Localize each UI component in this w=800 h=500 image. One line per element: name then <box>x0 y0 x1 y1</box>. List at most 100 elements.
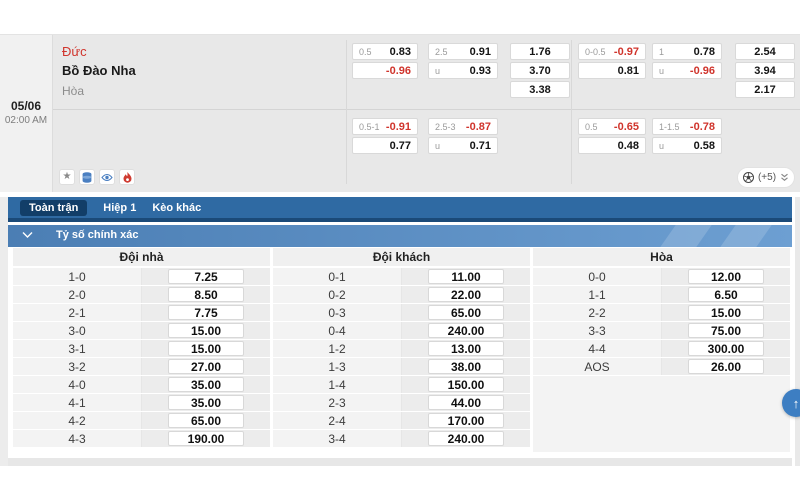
score-odds-button[interactable]: 65.00 <box>428 305 504 320</box>
score-odds-cell: 240.00 <box>402 430 530 447</box>
odds-value: 1.76 <box>529 46 550 58</box>
odds-line-label: 1 <box>659 47 664 57</box>
odds-button[interactable]: 2.17 <box>735 81 795 98</box>
match-panel: 05/06 02:00 AM Đức Bồ Đào Nha Hòa 0.50.8… <box>0 35 800 192</box>
score-row: 2-344.00 <box>273 394 530 412</box>
odds-value: 0.71 <box>470 140 491 152</box>
odds-button[interactable]: u0.93 <box>428 62 498 79</box>
odds-line-label: 0.5 <box>359 47 372 57</box>
hot-match-button[interactable] <box>119 169 135 185</box>
match-date: 05/06 <box>0 99 52 113</box>
match-toolbar: ★ <box>59 169 135 185</box>
odds-button[interactable]: 3.94 <box>735 62 795 79</box>
odds-button[interactable]: 1-1.5-0.78 <box>652 118 722 135</box>
score-odds-button[interactable]: 13.00 <box>428 341 504 356</box>
score-odds-button[interactable]: 15.00 <box>688 305 764 320</box>
score-odds-button[interactable]: 38.00 <box>428 359 504 374</box>
score-odds-button[interactable]: 35.00 <box>168 377 244 392</box>
home-team-name[interactable]: Đức <box>62 44 87 59</box>
one-x-two-odds-ft-1: 1.76 3.70 3.38 <box>510 43 570 100</box>
odds-button[interactable]: 0.50.83 <box>352 43 418 60</box>
column-header-away: Đội khách <box>273 248 530 266</box>
favorite-button[interactable]: ★ <box>59 169 75 185</box>
score-odds-cell: 11.00 <box>402 268 530 285</box>
score-odds-button[interactable]: 8.50 <box>168 287 244 302</box>
odds-button[interactable]: 2.50.91 <box>428 43 498 60</box>
score-row: 0-4240.00 <box>273 322 530 340</box>
odds-button[interactable]: 1.76 <box>510 43 570 60</box>
score-odds-button[interactable]: 6.50 <box>688 287 764 302</box>
correct-score-section-header[interactable]: Tỷ số chính xác <box>8 225 792 247</box>
markets-button[interactable] <box>79 169 95 185</box>
odds-value: 0.78 <box>694 46 715 58</box>
score-odds-cell: 240.00 <box>402 322 530 339</box>
score-odds-button[interactable]: 65.00 <box>168 413 244 428</box>
score-odds-button[interactable]: 15.00 <box>168 341 244 356</box>
score-odds-button[interactable]: 44.00 <box>428 395 504 410</box>
market-tab-bar: Toàn trận Hiệp 1 Kèo khác <box>8 197 792 222</box>
odds-value: -0.87 <box>466 121 491 133</box>
odds-button[interactable]: 3.38 <box>510 81 570 98</box>
handicap-odds-ft-1: 0.50.83 -0.96 <box>352 43 418 81</box>
score-odds-button[interactable]: 75.00 <box>688 323 764 338</box>
tab-other-odds[interactable]: Kèo khác <box>152 202 201 214</box>
score-odds-button[interactable]: 170.00 <box>428 413 504 428</box>
table-bottom-edge <box>8 458 792 466</box>
score-odds-button[interactable]: 12.00 <box>688 269 764 284</box>
odds-button[interactable]: u-0.96 <box>652 62 722 79</box>
tab-full-match[interactable]: Toàn trận <box>20 200 87 216</box>
odds-button[interactable]: 0.48 <box>578 137 646 154</box>
score-row: 0-111.00 <box>273 268 530 286</box>
odds-value: 0.48 <box>618 140 639 152</box>
odds-line-label: 2.5-3 <box>435 122 456 132</box>
over-under-odds-ft-1: 2.50.91 u0.93 <box>428 43 498 81</box>
score-row: 0-222.00 <box>273 286 530 304</box>
score-odds-button[interactable]: 35.00 <box>168 395 244 410</box>
score-row: 2-215.00 <box>533 304 790 322</box>
flame-icon <box>123 172 132 183</box>
odds-button[interactable]: u0.58 <box>652 137 722 154</box>
odds-button[interactable]: 2.5-3 -0.87 <box>428 118 498 135</box>
odds-button[interactable]: 0-0.5-0.97 <box>578 43 646 60</box>
odds-button[interactable]: 0.5-1-0.91 <box>352 118 418 135</box>
odds-button[interactable]: 0.5-0.65 <box>578 118 646 135</box>
score-odds-button[interactable]: 26.00 <box>688 359 764 374</box>
scrollbar-track[interactable] <box>795 197 800 466</box>
score-odds-button[interactable]: 7.25 <box>168 269 244 284</box>
odds-button[interactable]: 0.81 <box>578 62 646 79</box>
odds-value: -0.96 <box>386 65 411 77</box>
more-markets-button[interactable]: (+5) <box>737 167 795 188</box>
handicap-odds-ft-2: 0-0.5-0.97 0.81 <box>578 43 646 81</box>
score-label: 1-2 <box>273 340 402 357</box>
score-odds-button[interactable]: 300.00 <box>688 341 764 356</box>
score-odds-button[interactable]: 7.75 <box>168 305 244 320</box>
chevron-down-icon[interactable] <box>22 231 33 239</box>
star-icon: ★ <box>63 172 72 182</box>
score-odds-button[interactable]: 15.00 <box>168 323 244 338</box>
score-label: 4-4 <box>533 340 662 357</box>
odds-value: 0.93 <box>470 65 491 77</box>
score-odds-button[interactable]: 190.00 <box>168 431 244 446</box>
odds-button[interactable]: -0.96 <box>352 62 418 79</box>
score-odds-button[interactable]: 240.00 <box>428 431 504 446</box>
score-odds-button[interactable]: 11.00 <box>428 269 504 284</box>
score-odds-button[interactable]: 240.00 <box>428 323 504 338</box>
score-row: 4-035.00 <box>13 376 270 394</box>
score-odds-cell: 65.00 <box>142 412 270 429</box>
score-odds-button[interactable]: 22.00 <box>428 287 504 302</box>
handicap-odds-h1-2: 0.5-0.65 0.48 <box>578 118 646 156</box>
odds-button[interactable]: 2.54 <box>735 43 795 60</box>
away-team-name[interactable]: Bồ Đào Nha <box>62 63 136 78</box>
odds-button[interactable]: 0.77 <box>352 137 418 154</box>
header-stripe <box>656 225 716 247</box>
tab-first-half[interactable]: Hiệp 1 <box>103 202 136 214</box>
score-odds-cell: 12.00 <box>662 268 790 285</box>
odds-button[interactable]: u0.71 <box>428 137 498 154</box>
watch-button[interactable] <box>99 169 115 185</box>
header-stripe <box>716 225 776 247</box>
empty-score-area <box>533 376 790 452</box>
odds-button[interactable]: 10.78 <box>652 43 722 60</box>
odds-button[interactable]: 3.70 <box>510 62 570 79</box>
score-odds-button[interactable]: 27.00 <box>168 359 244 374</box>
score-odds-button[interactable]: 150.00 <box>428 377 504 392</box>
